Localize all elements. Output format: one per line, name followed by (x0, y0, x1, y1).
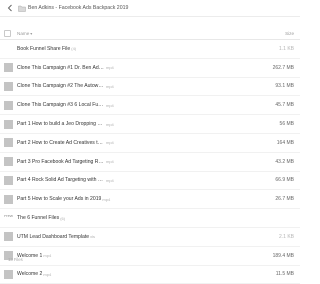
item-type: (6) (60, 215, 66, 221)
item-name[interactable]: Book Funnel Share File (17, 46, 70, 52)
list-item[interactable]: Part 4 Rock Solid Ad Targeting with UTMs… (0, 172, 300, 191)
item-type: mp4 (106, 140, 114, 146)
item-name[interactable]: Part 4 Rock Solid Ad Targeting with UTMs (17, 177, 105, 183)
file-thumbnail-icon (4, 81, 13, 91)
file-thumbnail-icon (4, 194, 13, 204)
item-size: 164 MB (276, 139, 294, 146)
item-size: 1.1 KB (278, 45, 294, 52)
name-column-header[interactable]: Name (17, 31, 29, 36)
item-name[interactable]: Clone This Campaign #3 6 Local Funnels t… (17, 102, 105, 108)
list-item[interactable]: Clone This Campaign #3 6 Local Funnels t… (0, 96, 300, 116)
file-thumbnail-icon (4, 269, 13, 279)
file-thumbnail-icon (4, 232, 13, 242)
item-type: mp4 (43, 253, 52, 259)
item-type: mp4 (43, 271, 52, 277)
item-type: mp4 (102, 196, 111, 202)
top-bar: Ben Adkins - Facebook Ads Backpack 2019 (0, 0, 300, 17)
file-thumbnail-icon (4, 119, 13, 129)
item-type: mp4 (106, 102, 114, 108)
list-item[interactable]: UTM Lead Dashboard Template xls 2.1 KB (0, 228, 300, 247)
folder-icon: Preview Preview (4, 214, 13, 218)
folder-icon (4, 45, 13, 52)
item-type: mp4 (106, 177, 114, 183)
list-item[interactable]: Clone This Campaign #1 Dr. Ben Adkins mp… (0, 59, 300, 78)
item-type: mp4 (106, 65, 114, 71)
item-size: 2.1 KB (278, 233, 294, 240)
item-name[interactable]: The 6 Funnel Files (17, 215, 59, 221)
item-type: mp4 (106, 121, 114, 127)
item-name[interactable]: Part 1 How to build a Jeo Dropping Offer… (17, 121, 105, 127)
column-header: Name ▾ Size (0, 28, 300, 40)
list-item[interactable]: Book Funnel Share File (4) 1.1 KB (0, 40, 300, 59)
size-column-header[interactable]: Size (285, 31, 294, 36)
list-item[interactable]: Welcome 2 mp4 11.5 MB (0, 266, 300, 284)
item-size: 45.7 MB (275, 102, 294, 109)
item-name[interactable]: UTM Lead Dashboard Template (17, 234, 89, 240)
item-size: 93.1 MB (275, 83, 294, 90)
item-type: mp4 (106, 83, 114, 89)
item-size: 26.7 MB (275, 196, 294, 203)
item-size: 11.5 MB (275, 271, 294, 278)
list-item[interactable]: Preview Preview The 6 Funnel Files (6) (0, 209, 300, 228)
breadcrumb[interactable]: Ben Adkins - Facebook Ads Backpack 2019 (28, 5, 128, 11)
sort-arrow-icon[interactable]: ▾ (30, 31, 32, 36)
file-count: 13 Files (8, 257, 23, 262)
item-type: mp4 (106, 159, 114, 165)
item-type: (4) (71, 46, 77, 52)
list-item[interactable]: Part 3 Pro Facebook Ad Targeting Rules m… (0, 153, 300, 172)
item-name[interactable]: Welcome 2 (17, 271, 42, 277)
list-item[interactable]: Clone This Campaign #2 The Autowebinar F… (0, 78, 300, 97)
file-thumbnail-icon (4, 63, 13, 73)
back-arrow-icon[interactable] (4, 2, 16, 14)
file-thumbnail-icon (4, 138, 13, 148)
file-thumbnail-icon (4, 175, 13, 185)
folder-icon (18, 5, 26, 12)
list-item[interactable]: Part 5 How to Scale your Ads in 2019 mp4… (0, 190, 300, 210)
file-thumbnail-icon (4, 100, 13, 110)
item-size: 189.4 MB (272, 252, 294, 259)
select-all-checkbox[interactable] (4, 30, 11, 37)
item-name[interactable]: Part 5 How to Scale your Ads in 2019 (17, 196, 101, 202)
item-type: xls (90, 234, 95, 240)
list-item[interactable]: Welcome 1 mp4 189.4 MB (0, 247, 300, 266)
item-size: 56 MB (279, 121, 294, 128)
list-item[interactable]: Part 1 How to build a Jeo Dropping Offer… (0, 115, 300, 134)
item-name[interactable]: Part 2 How to Create Ad Creatives that C… (17, 140, 105, 146)
item-size: 66.9 MB (275, 177, 294, 184)
item-name[interactable]: Part 3 Pro Facebook Ad Targeting Rules (17, 159, 105, 165)
item-size: 43.2 MB (275, 158, 294, 165)
item-name[interactable]: Clone This Campaign #2 The Autowebinar F… (17, 83, 105, 89)
item-size: 262.7 MB (272, 64, 294, 71)
item-name[interactable]: Clone This Campaign #1 Dr. Ben Adkins (17, 65, 105, 71)
file-thumbnail-icon (4, 157, 13, 167)
list-item[interactable]: Part 2 How to Create Ad Creatives that C… (0, 134, 300, 153)
file-list: Book Funnel Share File (4) 1.1 KB Clone … (0, 40, 300, 284)
